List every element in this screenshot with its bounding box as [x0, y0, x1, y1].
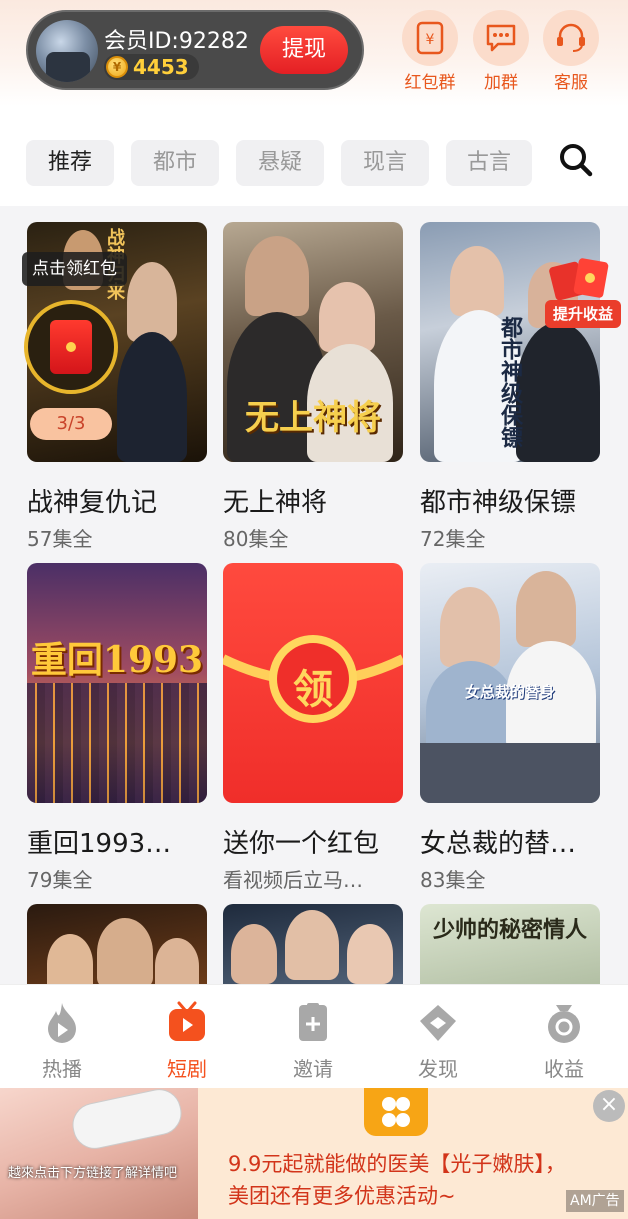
poster-title-text: 都市神级保镖: [497, 316, 523, 448]
nav-item-discover[interactable]: 发现: [393, 1001, 483, 1082]
poster-title-text: 无上神将: [245, 398, 381, 438]
red-packet-button[interactable]: [24, 300, 118, 394]
ad-banner[interactable]: 越來点击下方链接了解详情吧 9.9元起就能做的医美【光子嫩肤】，美团还有更多优惠…: [0, 1085, 628, 1219]
nav-label: 邀请: [293, 1057, 333, 1081]
user-info-pill: 会员ID:92282 4453 提现: [26, 10, 364, 90]
join-group-button[interactable]: 加群: [471, 10, 531, 93]
poster-title-text: 少帅的秘密情人: [432, 917, 587, 943]
drama-title: 重回1993…: [27, 829, 172, 859]
drama-episodes: 80集全: [223, 527, 289, 551]
drama-poster: 重回1993: [27, 563, 207, 803]
coin-balance: 4453: [104, 54, 199, 80]
coin-icon: [106, 56, 128, 78]
drama-episodes: 83集全: [420, 868, 486, 892]
red-envelope-icon: [50, 320, 92, 374]
drama-episodes: 看视频后立马…: [223, 868, 363, 892]
nav-item-short-drama[interactable]: 短剧: [142, 1001, 232, 1082]
tab-urban[interactable]: 都市: [131, 140, 219, 186]
ad-tag: AM广告: [566, 1190, 624, 1212]
customer-service-icon: [543, 10, 599, 66]
coin-value: 4453: [133, 55, 189, 79]
red-envelopes-icon[interactable]: [548, 256, 610, 301]
tab-ancient-romance[interactable]: 古言: [446, 140, 532, 186]
tab-recommend[interactable]: 推荐: [26, 140, 114, 186]
earnings-icon: [519, 1001, 609, 1045]
header: 会员ID:92282 4453 提现 ¥ 红包群 加群: [0, 0, 628, 106]
drama-title: 都市神级保镖: [420, 488, 577, 518]
withdraw-button[interactable]: 提现: [260, 26, 348, 74]
tab-suspense[interactable]: 悬疑: [236, 140, 324, 186]
customer-service-button[interactable]: 客服: [541, 10, 601, 93]
drama-episodes: 72集全: [420, 527, 486, 551]
red-packet-counter: 3/3: [30, 408, 112, 440]
nav-label: 发现: [418, 1057, 458, 1081]
drama-title: 战神复仇记: [27, 488, 158, 518]
red-packet-group-button[interactable]: ¥ 红包群: [400, 10, 460, 93]
category-tabs: 推荐 都市 悬疑 现言 古言: [0, 106, 628, 206]
nav-item-hot[interactable]: 热播: [17, 1001, 107, 1082]
drama-poster: 无上神将: [223, 222, 403, 462]
bottom-nav: 热播 短剧 邀请 发现 收益: [0, 984, 628, 1088]
meituan-logo-icon: [364, 1088, 428, 1136]
nav-item-earnings[interactable]: 收益: [519, 1001, 609, 1082]
nav-label: 收益: [544, 1057, 584, 1081]
join-group-icon: [473, 10, 529, 66]
boost-earnings-badge[interactable]: 提升收益: [545, 300, 622, 328]
red-packet-card[interactable]: 领 送你一个红包 看视频后立马…: [223, 563, 403, 893]
ad-image: 越來点击下方链接了解详情吧: [0, 1085, 198, 1219]
nav-label: 短剧: [167, 1057, 207, 1081]
drama-card[interactable]: 重回1993 重回1993… 79集全: [27, 563, 207, 893]
poster-title-text: 女总裁的替身: [464, 683, 555, 701]
customer-service-label: 客服: [554, 73, 588, 93]
drama-card[interactable]: 女总裁的替身 女总裁的替… 83集全: [420, 563, 600, 893]
ad-device-image: [68, 1085, 186, 1153]
nav-label: 热播: [42, 1057, 82, 1081]
drama-poster: 女总裁的替身: [420, 563, 600, 803]
nav-item-invite[interactable]: 邀请: [268, 1001, 358, 1082]
ad-image-caption: 越來点击下方链接了解详情吧: [8, 1166, 178, 1181]
red-packet-claim-text: 领: [293, 666, 333, 713]
drama-title: 送你一个红包: [223, 829, 380, 859]
drama-episodes: 79集全: [27, 868, 93, 892]
ad-text: 9.9元起就能做的医美【光子嫩肤】，美团还有更多优惠活动~: [228, 1152, 566, 1208]
flame-icon: [17, 1001, 107, 1045]
avatar[interactable]: [36, 20, 98, 82]
drama-title: 无上神将: [223, 488, 328, 518]
drama-title: 女总裁的替…: [420, 829, 577, 859]
svg-text:¥: ¥: [426, 32, 435, 48]
search-icon[interactable]: [556, 140, 596, 180]
red-packet-poster: 领: [223, 563, 403, 803]
drama-card[interactable]: 无上神将 无上神将 80集全: [223, 222, 403, 552]
red-packet-group-icon: ¥: [402, 10, 458, 66]
close-icon[interactable]: ×: [593, 1090, 625, 1122]
red-packet-group-label: 红包群: [404, 73, 456, 93]
drama-episodes: 57集全: [27, 527, 93, 551]
join-group-label: 加群: [484, 73, 518, 93]
discover-icon: [393, 1001, 483, 1045]
tv-play-icon: [142, 1001, 232, 1045]
member-id: 会员ID:92282: [104, 29, 249, 54]
poster-title-text: 重回1993: [30, 639, 204, 681]
claim-red-packet-badge[interactable]: 点击领红包: [22, 252, 127, 286]
invite-icon: [268, 1001, 358, 1045]
tab-modern-romance[interactable]: 现言: [341, 140, 429, 186]
